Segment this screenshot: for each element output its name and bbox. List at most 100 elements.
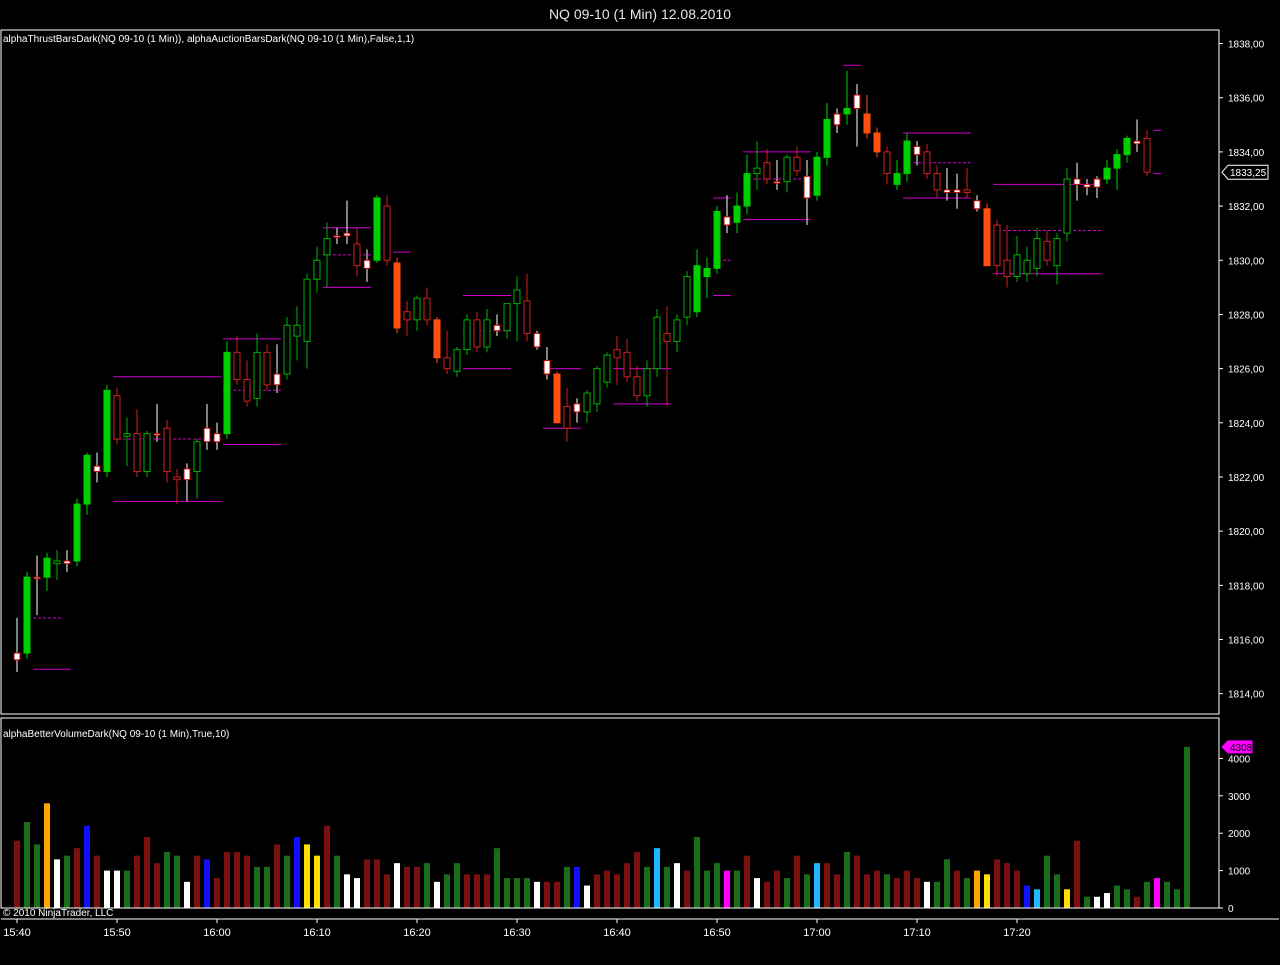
candle-body xyxy=(333,235,341,238)
candle xyxy=(873,127,881,158)
candle-body xyxy=(1103,167,1111,180)
volume-bar xyxy=(924,881,930,908)
volume-bar xyxy=(874,870,880,908)
candle xyxy=(903,132,911,182)
candle xyxy=(413,295,421,331)
volume-bar xyxy=(514,878,520,908)
volume-bar xyxy=(724,870,730,908)
candle-body xyxy=(1113,154,1121,169)
candle-body xyxy=(913,145,921,156)
candle-body xyxy=(993,224,1001,267)
volume-bar xyxy=(324,825,330,908)
price-tick-label: 1832,00 xyxy=(1228,202,1265,213)
volume-bar xyxy=(264,866,270,908)
candle xyxy=(223,341,231,440)
candle-body xyxy=(903,140,911,175)
candle-body xyxy=(983,208,991,267)
volume-bar xyxy=(164,851,170,908)
volume-bar xyxy=(824,863,830,908)
candle xyxy=(723,195,731,234)
volume-bar xyxy=(884,874,890,908)
candle-body xyxy=(233,351,241,380)
volume-bar xyxy=(54,859,60,908)
candle xyxy=(303,273,311,369)
candle xyxy=(143,430,151,477)
candle xyxy=(923,143,931,179)
candle xyxy=(833,108,841,133)
candle-body xyxy=(733,205,741,223)
volume-bar xyxy=(294,836,300,908)
volume-bar xyxy=(464,874,470,908)
price-tick-label: 1822,00 xyxy=(1228,473,1265,484)
volume-bar xyxy=(774,870,780,908)
candle xyxy=(383,195,391,266)
volume-bar xyxy=(304,844,310,908)
candle-body xyxy=(533,332,541,348)
candle xyxy=(513,276,521,342)
volume-bar xyxy=(134,855,140,908)
volume-bar xyxy=(714,863,720,908)
candle xyxy=(283,317,291,380)
candle-body xyxy=(523,300,531,334)
time-tick-label: 16:30 xyxy=(503,927,531,939)
candle xyxy=(793,146,801,177)
volume-bar xyxy=(914,878,920,908)
candle-body xyxy=(563,406,571,429)
price-tick-label: 1818,00 xyxy=(1228,581,1265,592)
candle-body xyxy=(483,319,491,348)
volume-indicator-label: alphaBetterVolumeDark(NQ 09-10 (1 Min),T… xyxy=(3,729,229,740)
volume-bar xyxy=(154,863,160,908)
volume-bar xyxy=(74,848,80,908)
candle xyxy=(33,555,41,616)
volume-bar xyxy=(184,881,190,908)
candle xyxy=(663,306,671,407)
candle-body xyxy=(933,173,941,191)
volume-bar xyxy=(1164,881,1170,908)
volume-bar xyxy=(244,855,250,908)
volume-bar xyxy=(524,878,530,908)
price-tick-label: 1814,00 xyxy=(1228,690,1265,701)
price-tick-label: 1834,00 xyxy=(1228,148,1265,159)
volume-bar xyxy=(394,863,400,908)
candle-body xyxy=(1133,140,1141,145)
time-tick-label: 17:10 xyxy=(903,927,931,939)
candle xyxy=(603,352,611,388)
candle-body xyxy=(833,113,841,126)
candle xyxy=(323,222,331,288)
candle xyxy=(443,330,451,375)
volume-bar xyxy=(574,866,580,908)
volume-bar xyxy=(694,836,700,908)
price-tick-label: 1836,00 xyxy=(1228,94,1265,105)
candle-body xyxy=(723,216,731,226)
candle xyxy=(233,336,241,385)
candle xyxy=(823,103,831,166)
candle xyxy=(563,387,571,442)
candle-body xyxy=(583,392,591,413)
candle-body xyxy=(1143,137,1151,173)
candle xyxy=(583,390,591,423)
volume-bar xyxy=(794,855,800,908)
volume-bar xyxy=(804,874,810,908)
candle-body xyxy=(313,259,321,280)
time-tick-label: 16:20 xyxy=(403,927,431,939)
volume-bar xyxy=(214,878,220,908)
candle xyxy=(293,306,301,361)
price-tick-label: 1830,00 xyxy=(1228,256,1265,267)
candle xyxy=(13,617,21,673)
candle xyxy=(553,371,561,424)
candle xyxy=(973,195,981,212)
candle-body xyxy=(453,349,461,372)
candle-body xyxy=(553,373,561,424)
candle-body xyxy=(503,303,511,332)
candle-body xyxy=(183,468,191,481)
chart-canvas[interactable]: 1838,00 1836,00 1834,00 1832,00 1830,00 1828,… xyxy=(0,0,1280,965)
candle-body xyxy=(283,324,291,375)
candle-body xyxy=(493,324,501,332)
candle-body xyxy=(873,132,881,153)
candle xyxy=(253,333,261,407)
candle xyxy=(503,303,511,339)
volume-bar xyxy=(1134,896,1140,908)
volume-bar xyxy=(554,881,560,908)
volume-bar xyxy=(354,878,360,908)
candle xyxy=(473,311,481,353)
